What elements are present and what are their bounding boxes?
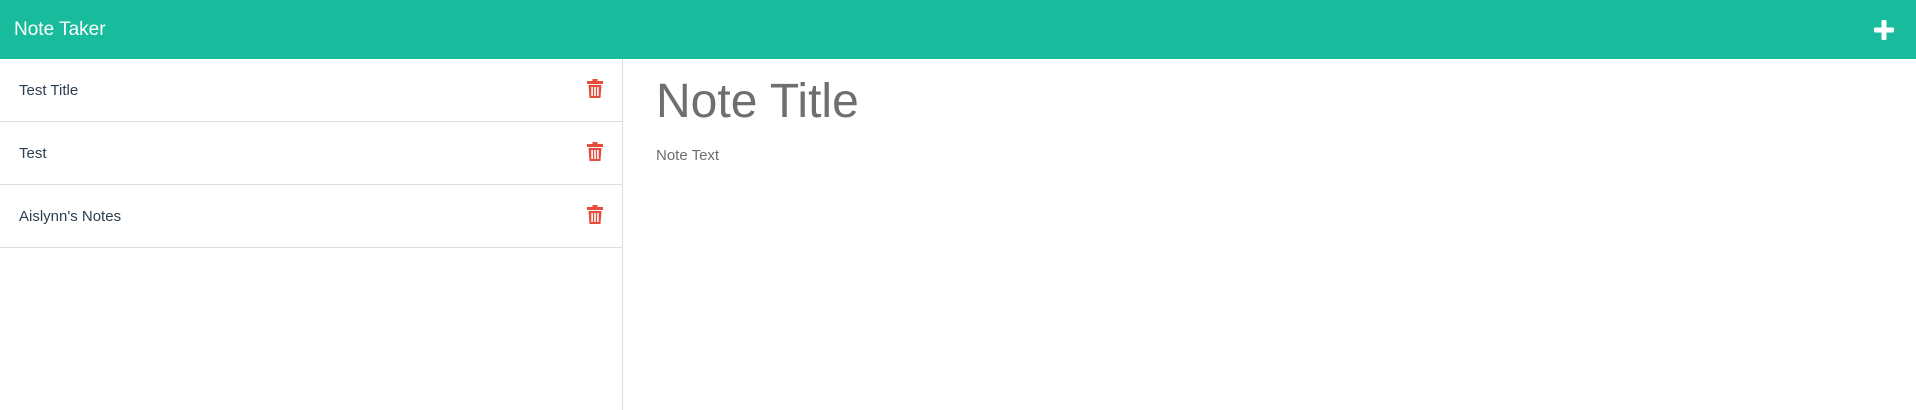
trash-icon[interactable] xyxy=(586,77,604,99)
note-item-title[interactable]: Test xyxy=(19,145,47,162)
note-list-panel: Test Title Test Aislynn's Notes xyxy=(0,59,623,410)
navbar: Note Taker xyxy=(0,0,1916,59)
note-title-input[interactable] xyxy=(656,69,1884,133)
list-item[interactable]: Test Title xyxy=(0,59,622,122)
trash-icon[interactable] xyxy=(586,140,604,162)
plus-icon xyxy=(1874,19,1894,40)
list-item[interactable]: Aislynn's Notes xyxy=(0,185,622,248)
new-note-button[interactable] xyxy=(1866,12,1902,48)
note-item-title[interactable]: Aislynn's Notes xyxy=(19,208,121,225)
app-brand[interactable]: Note Taker xyxy=(14,20,106,39)
note-item-title[interactable]: Test Title xyxy=(19,82,78,99)
list-item[interactable]: Test xyxy=(0,122,622,185)
note-list: Test Title Test Aislynn's Notes xyxy=(0,59,622,248)
note-text-textarea[interactable] xyxy=(656,147,1884,387)
trash-icon[interactable] xyxy=(586,203,604,225)
note-editor xyxy=(624,59,1916,410)
